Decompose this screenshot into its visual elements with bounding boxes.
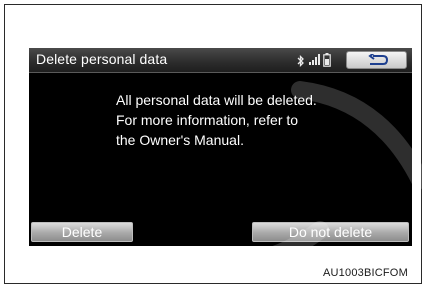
delete-button[interactable]: Delete <box>31 222 133 242</box>
head-unit-screen: Delete personal data All personal data w… <box>29 48 412 246</box>
bluetooth-icon <box>297 54 305 72</box>
signal-strength-icon <box>309 53 321 71</box>
battery-icon <box>323 53 331 72</box>
title-bar: Delete personal data <box>29 48 412 73</box>
confirmation-message: All personal data will be deleted. For m… <box>116 90 376 150</box>
back-button[interactable] <box>346 51 407 69</box>
message-line: All personal data will be deleted. <box>116 92 317 108</box>
return-arrow-icon <box>368 54 389 65</box>
message-line: the Owner's Manual. <box>116 132 244 148</box>
message-line: For more information, refer to <box>116 112 299 128</box>
do-not-delete-button[interactable]: Do not delete <box>252 222 409 242</box>
figure-code: AU1003BICFOM <box>323 267 408 279</box>
screen-title: Delete personal data <box>36 51 168 67</box>
